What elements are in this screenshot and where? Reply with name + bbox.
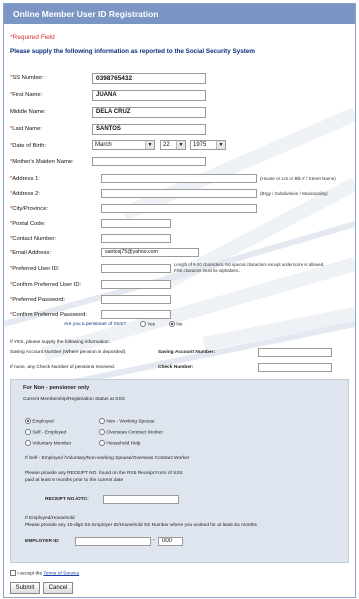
email-label: *Email Address: (10, 250, 51, 256)
address1-label: *Address 1: (10, 176, 40, 182)
submit-button[interactable]: Submit (10, 582, 40, 594)
savings-heading: If YES, please supply the following info… (10, 340, 110, 345)
radio-yes[interactable] (140, 321, 146, 327)
pref-user-label: *Preferred User ID: (10, 266, 60, 272)
chevron-down-icon: ▼ (176, 141, 185, 149)
address2-hint: (Brgy / Subdivision / Municipality) (260, 191, 328, 196)
ss-number-field[interactable]: 0398765432 (92, 73, 206, 84)
contact-label: *Contact Number: (10, 236, 57, 242)
dob-day-select[interactable]: 22 ▼ (160, 140, 186, 150)
pref-user-field[interactable] (101, 264, 171, 273)
mothers-maiden-label: *Mother's Maiden Name: (10, 159, 74, 165)
confirm-pass-field[interactable] (101, 310, 171, 319)
option-self-employed[interactable]: Self - Employed (25, 429, 66, 435)
receipt-label: RECEIPT NO./OTC: (45, 497, 89, 502)
first-name-field[interactable]: JUANA (92, 90, 206, 101)
pref-user-hint2: First character must be alphabetic. (174, 268, 240, 273)
pref-pass-label: *Preferred Password: (10, 297, 66, 303)
pensioner-question: Are you a pensioner of SSS? (64, 322, 126, 327)
intro-text: Please supply the following information … (10, 48, 255, 55)
radio-self-employed[interactable] (25, 429, 31, 435)
radio-employed[interactable] (25, 418, 31, 424)
option-non-working-spouse[interactable]: Non - Working Spouse (99, 418, 155, 424)
chevron-down-icon: ▼ (145, 141, 154, 149)
status-heading: Current Membership/Registration Status a… (23, 397, 125, 402)
receipt-note-1: Please provide any RECEIPT NO. found on … (25, 471, 183, 476)
confirm-user-label: *Confirm Preferred User ID: (10, 282, 82, 288)
employed-note-2: Please provide any 10-digit SS Employer … (25, 523, 257, 528)
last-name-field[interactable]: SANTOS (92, 124, 206, 135)
city-label: *City/Province: (10, 206, 49, 212)
dob-year-select[interactable]: 1975 ▼ (190, 140, 226, 150)
employer-id-field[interactable] (75, 537, 151, 546)
savings-account-field[interactable] (258, 348, 332, 357)
contact-field[interactable] (101, 234, 171, 243)
non-pensioner-heading: For Non - pensioner only (23, 385, 90, 391)
registration-window: Online Member User ID Registration *Requ… (3, 3, 356, 598)
address2-label: *Address 2: (10, 191, 40, 197)
pensioner-no-option[interactable]: No (169, 321, 182, 327)
window-title: Online Member User ID Registration (4, 4, 355, 24)
mothers-maiden-field[interactable] (92, 157, 206, 166)
ss-number-label: *SS Number: (10, 75, 44, 81)
dob-label: *Date of Birth: (10, 143, 47, 149)
employer-id-suffix[interactable]: 000 (158, 537, 183, 546)
first-name-label: *First Name: (10, 92, 43, 98)
check-number-field[interactable] (258, 363, 332, 372)
option-ocw[interactable]: Overseas Contract Worker (99, 429, 163, 435)
receipt-note-2: paid at least 6 months prior to the curr… (25, 478, 124, 483)
option-employed[interactable]: Employed (25, 418, 54, 424)
city-field[interactable] (101, 204, 257, 213)
address2-field[interactable] (101, 189, 257, 198)
non-pensioner-panel: For Non - pensioner only Current Members… (10, 379, 349, 563)
radio-voluntary[interactable] (25, 440, 31, 446)
middle-name-field[interactable]: DELA CRUZ (92, 107, 206, 118)
check-note: If none, any Check Number of pensions re… (10, 365, 116, 370)
last-name-label: *Last Name: (10, 126, 42, 132)
terms-row: I accept the Terms of Service (10, 570, 79, 576)
option-voluntary[interactable]: Voluntary Member (25, 440, 71, 446)
terms-link[interactable]: Terms of Service (43, 571, 79, 576)
option-household-help[interactable]: Household Help (99, 440, 140, 446)
savings-account-label: Saving Account Number: (158, 350, 216, 355)
radio-ocw[interactable] (99, 429, 105, 435)
middle-name-label: Middle Name: (10, 109, 46, 115)
terms-prefix: I accept the (17, 571, 44, 577)
radio-household-help[interactable] (99, 440, 105, 446)
pensioner-yes-option[interactable]: Yes (140, 321, 155, 327)
cancel-button[interactable]: Cancel (43, 582, 73, 594)
pref-pass-field[interactable] (101, 295, 171, 304)
chevron-down-icon: ▼ (216, 141, 225, 149)
employer-id-label: EMPLOYER ID: (25, 539, 60, 544)
self-employed-note: If Self - Employed /Voluntary/Non-workin… (25, 456, 190, 461)
radio-non-working-spouse[interactable] (99, 418, 105, 424)
savings-account-note: Saving Account Number (Where pension is … (10, 350, 126, 355)
receipt-field[interactable] (103, 495, 179, 504)
confirm-pass-label: *Confirm Preferred Password: (10, 312, 88, 318)
postal-field[interactable] (101, 219, 171, 228)
address1-field[interactable] (101, 174, 257, 183)
dob-month-select[interactable]: March ▼ (92, 140, 155, 150)
check-number-label: Check Number: (158, 365, 194, 370)
terms-checkbox[interactable] (10, 570, 16, 576)
postal-label: *Postal Code: (10, 221, 46, 227)
employed-note-1: If Employed/Household (25, 516, 75, 521)
radio-no[interactable] (169, 321, 175, 327)
email-field[interactable]: santosj75@yahoo.com (101, 248, 199, 257)
employer-id-dash: - (153, 538, 155, 543)
pref-user-hint1: Length of 6-20 characters. No special ch… (174, 262, 325, 267)
required-note: *Required Field (10, 34, 55, 41)
confirm-user-field[interactable] (101, 280, 171, 289)
address1-hint: (House or Lot or Blk # / Street Name) (260, 176, 336, 181)
